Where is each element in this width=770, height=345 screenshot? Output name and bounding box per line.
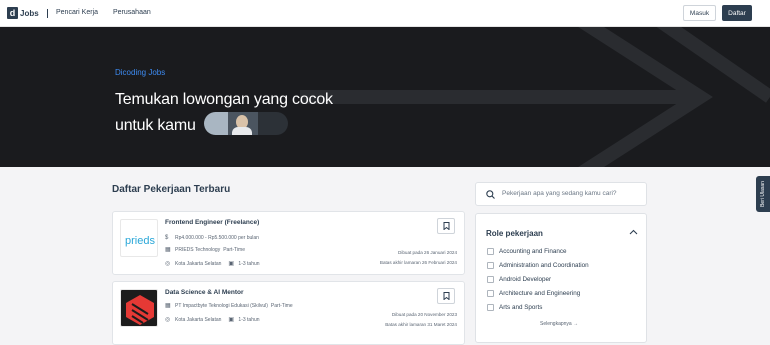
company-logo-prieds: prieds	[120, 219, 158, 257]
company-logo-skilvul	[120, 289, 158, 327]
prieds-logo-text: prieds	[125, 235, 155, 247]
briefcase-icon: ▣	[228, 261, 235, 267]
job-card[interactable]: prieds Frontend Engineer (Freelance) $ R…	[112, 211, 465, 275]
bookmark-button[interactable]	[437, 218, 455, 234]
job-title[interactable]: Frontend Engineer (Freelance)	[165, 219, 259, 226]
see-more-label: Selengkapnya	[540, 321, 572, 327]
filter-option[interactable]: Architecture and Engineering	[487, 290, 580, 297]
register-button[interactable]: Daftar	[722, 5, 752, 21]
bookmark-icon	[443, 292, 449, 300]
bookmark-button[interactable]	[437, 288, 455, 304]
feedback-tab[interactable]: Beri Ulasan	[756, 176, 770, 212]
nav-divider	[47, 9, 48, 18]
search-input[interactable]	[502, 190, 642, 197]
job-company: ▦ PRIEDS Technology Part-Time	[165, 247, 245, 253]
hero-title-line2: untuk kamu	[115, 117, 196, 134]
experience-text: 1-3 tahun	[238, 317, 260, 323]
nav-link-job-seekers[interactable]: Pencari Kerja	[56, 9, 98, 16]
job-location: ◎ Kota Jakarta Selatan ▣ 1-3 tahun	[165, 261, 260, 267]
arrow-right-icon: →	[573, 321, 579, 327]
filter-option-label: Accounting and Finance	[499, 248, 567, 255]
nav-link-companies[interactable]: Perusahaan	[113, 9, 151, 16]
building-icon: ▦	[165, 247, 171, 253]
briefcase-icon: ▣	[228, 317, 235, 323]
hero-photo-pill	[204, 112, 288, 135]
bookmark-icon	[443, 222, 449, 230]
job-company: ▦ PT Impactbyte Teknologi Edukasi (Skilv…	[165, 303, 293, 309]
filter-option-label: Arts and Sports	[499, 304, 543, 311]
job-location: ◎ Kota Jakarta Selatan ▣ 1-3 tahun	[165, 317, 260, 323]
checkbox[interactable]	[487, 304, 494, 311]
chevron-up-icon[interactable]	[629, 229, 638, 235]
experience-text: 1-3 tahun	[238, 261, 260, 267]
checkbox[interactable]	[487, 290, 494, 297]
logo-mark: d	[7, 7, 18, 19]
filter-option[interactable]: Accounting and Finance	[487, 248, 567, 255]
checkbox[interactable]	[487, 276, 494, 283]
see-more-link[interactable]: Selengkapnya →	[540, 321, 578, 327]
location-pin-icon: ◎	[165, 261, 171, 267]
job-type: Part-Time	[270, 303, 293, 309]
jobs-section-title: Daftar Pekerjaan Terbaru	[112, 184, 231, 195]
filter-option[interactable]: Administration and Coordination	[487, 262, 589, 269]
filter-title: Role pekerjaan	[486, 229, 543, 238]
job-salary: $ Rp4.000.000 - Rp5.500.000 per bulan	[165, 235, 259, 241]
top-navbar: d Jobs Pencari Kerja Perusahaan Masuk Da…	[0, 0, 770, 27]
filter-option-label: Android Developer	[499, 276, 552, 283]
logo-text: Jobs	[20, 8, 39, 18]
role-filter-panel: Role pekerjaan Accounting and Finance Ad…	[475, 213, 647, 343]
hero-kicker: Dicoding Jobs	[115, 68, 166, 77]
deadline-date: Batas akhir lamaran 26 Februari 2024	[379, 260, 457, 265]
location-text: Kota Jakarta Selatan	[175, 261, 222, 267]
filter-option-label: Architecture and Engineering	[499, 290, 581, 297]
filter-option-label: Administration and Coordination	[499, 262, 589, 269]
feedback-tab-label: Beri Ulasan	[760, 181, 767, 207]
posted-date: Dibuat pada 26 Januari 2024	[398, 250, 457, 255]
job-search-box[interactable]	[475, 182, 647, 206]
hero-banner: Dicoding Jobs Temukan lowongan yang coco…	[0, 27, 770, 167]
job-type: Part-Time	[223, 247, 245, 253]
location-pin-icon: ◎	[165, 317, 171, 323]
location-text: Kota Jakarta Selatan	[175, 317, 222, 323]
checkbox[interactable]	[487, 262, 494, 269]
money-icon: $	[165, 235, 169, 241]
filter-option[interactable]: Arts and Sports	[487, 304, 542, 311]
deadline-date: Batas akhir lamaran 31 Maret 2024	[385, 322, 457, 327]
posted-date: Dibuat pada 20 November 2023	[391, 312, 457, 317]
person-photo	[228, 112, 258, 135]
search-icon	[486, 190, 495, 199]
company-name: PRIEDS Technology	[175, 247, 221, 253]
filter-option[interactable]: Android Developer	[487, 276, 551, 283]
job-card[interactable]: Data Science & AI Mentor ▦ PT Impactbyte…	[112, 281, 465, 345]
checkbox[interactable]	[487, 248, 494, 255]
salary-text: Rp4.000.000 - Rp5.500.000 per bulan	[175, 235, 259, 241]
dicoding-jobs-logo[interactable]: d Jobs	[7, 7, 39, 19]
company-name: PT Impactbyte Teknologi Edukasi (Skilvul…	[175, 303, 268, 309]
login-button[interactable]: Masuk	[683, 5, 716, 21]
hero-title-line1: Temukan lowongan yang cocok	[115, 91, 333, 108]
building-icon: ▦	[165, 303, 171, 309]
job-title[interactable]: Data Science & AI Mentor	[165, 289, 244, 296]
